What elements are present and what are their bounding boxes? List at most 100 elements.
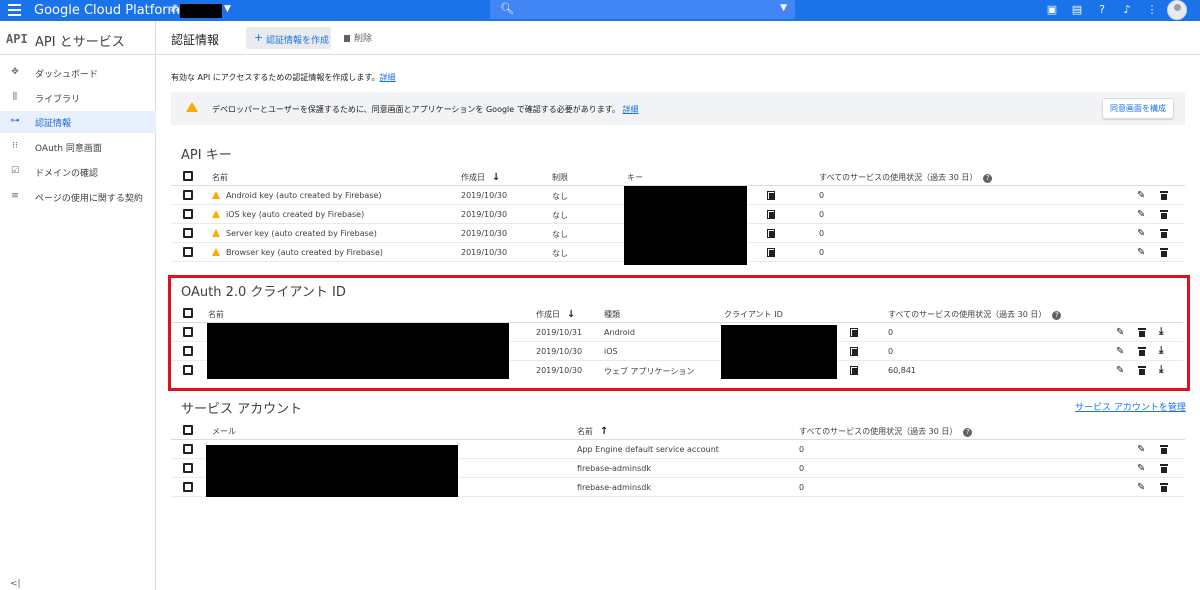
download-icon[interactable]: ⤓ bbox=[1159, 364, 1163, 375]
terminal-icon[interactable]: ▤ bbox=[1070, 3, 1084, 17]
usage: 0 bbox=[819, 191, 825, 200]
delete-icon[interactable] bbox=[1160, 248, 1168, 257]
notifications-icon[interactable]: ♪ bbox=[1120, 3, 1134, 17]
delete-icon[interactable] bbox=[1138, 347, 1146, 356]
delete-icon[interactable] bbox=[1160, 229, 1168, 238]
copy-icon[interactable] bbox=[767, 191, 775, 200]
copy-icon[interactable] bbox=[767, 229, 775, 238]
account-avatar[interactable] bbox=[1167, 0, 1187, 20]
project-dropdown-icon[interactable]: ▼ bbox=[224, 4, 231, 14]
edit-icon[interactable]: ✎ bbox=[1116, 346, 1124, 357]
copy-icon[interactable] bbox=[767, 210, 775, 219]
col-usage[interactable]: すべてのサービスの使用状況（過去 30 日）? bbox=[819, 172, 993, 183]
configure-consent-screen-button[interactable]: 同意画面を構成 bbox=[1102, 98, 1174, 119]
row-checkbox[interactable] bbox=[183, 482, 193, 492]
warning-icon bbox=[212, 210, 220, 218]
created-date: 2019/10/30 bbox=[461, 210, 508, 219]
app-title[interactable]: Google Cloud Platform bbox=[34, 3, 180, 18]
menu-icon[interactable] bbox=[8, 4, 21, 17]
copy-icon[interactable] bbox=[850, 328, 858, 337]
col-created[interactable]: 作成日 ↓ bbox=[536, 309, 575, 320]
library-icon: ⫼ bbox=[12, 92, 18, 102]
sidebar-item-label: ライブラリ bbox=[35, 95, 81, 105]
edit-icon[interactable]: ✎ bbox=[1137, 444, 1145, 455]
help-icon[interactable]: ? bbox=[1052, 311, 1062, 320]
select-all-checkbox[interactable] bbox=[183, 425, 193, 435]
sidebar-item-domain-verification[interactable]: ☑ ドメインの確認 bbox=[0, 161, 156, 183]
sidebar-item-library[interactable]: ⫼ ライブラリ bbox=[0, 87, 156, 109]
select-all-checkbox[interactable] bbox=[183, 171, 193, 181]
edit-icon[interactable]: ✎ bbox=[1116, 365, 1124, 376]
col-client-id[interactable]: クライアント ID bbox=[724, 309, 783, 320]
download-icon[interactable]: ⤓ bbox=[1159, 345, 1163, 356]
row-checkbox[interactable] bbox=[183, 327, 193, 337]
help-icon[interactable]: ? bbox=[983, 174, 993, 183]
create-credentials-button[interactable]: + 認証情報を作成 bbox=[246, 27, 331, 49]
col-name[interactable]: 名前 ↑ bbox=[577, 426, 608, 437]
row-checkbox[interactable] bbox=[183, 444, 193, 454]
project-icon[interactable]: ⁂ bbox=[170, 4, 180, 15]
row-checkbox[interactable] bbox=[183, 463, 193, 473]
col-key[interactable]: キー bbox=[627, 172, 643, 183]
delete-icon[interactable] bbox=[1160, 445, 1168, 454]
sidebar-item-dashboard[interactable]: ✥ ダッシュボード bbox=[0, 62, 156, 84]
warning-learn-more-link[interactable]: 詳細 bbox=[622, 105, 638, 114]
row-checkbox[interactable] bbox=[183, 346, 193, 356]
gift-icon[interactable]: ▣ bbox=[1045, 3, 1059, 17]
col-usage[interactable]: すべてのサービスの使用状況（過去 30 日）? bbox=[888, 309, 1062, 320]
search-expand-icon[interactable]: ▼ bbox=[780, 3, 787, 13]
select-all-checkbox[interactable] bbox=[183, 308, 193, 318]
col-created[interactable]: 作成日 ↓ bbox=[461, 172, 500, 183]
project-name-redacted[interactable] bbox=[180, 4, 222, 18]
search-bar[interactable]: 🔍︎ ▼ bbox=[490, 0, 795, 19]
col-usage[interactable]: すべてのサービスの使用状況（過去 30 日）? bbox=[799, 426, 973, 437]
edit-icon[interactable]: ✎ bbox=[1137, 190, 1145, 201]
download-icon[interactable]: ⤓ bbox=[1159, 326, 1163, 337]
edit-icon[interactable]: ✎ bbox=[1137, 482, 1145, 493]
row-checkbox[interactable] bbox=[183, 228, 193, 238]
delete-icon[interactable] bbox=[1160, 483, 1168, 492]
collapse-sidebar-icon[interactable]: <| bbox=[10, 579, 21, 589]
key-name[interactable]: Server key (auto created by Firebase) bbox=[226, 229, 377, 238]
delete-icon[interactable] bbox=[1160, 210, 1168, 219]
key-name[interactable]: iOS key (auto created by Firebase) bbox=[226, 210, 364, 219]
col-email[interactable]: メール bbox=[212, 426, 236, 437]
col-type[interactable]: 種類 bbox=[604, 309, 620, 320]
key-name[interactable]: Android key (auto created by Firebase) bbox=[226, 191, 382, 200]
row-checkbox[interactable] bbox=[183, 190, 193, 200]
row-checkbox[interactable] bbox=[183, 365, 193, 375]
col-restriction[interactable]: 制限 bbox=[552, 172, 568, 183]
intro-learn-more-link[interactable]: 詳細 bbox=[380, 73, 396, 82]
checkbox-icon: ☑ bbox=[10, 166, 20, 176]
col-usage-label: すべてのサービスの使用状況（過去 30 日） bbox=[888, 310, 1047, 319]
delete-icon[interactable] bbox=[1160, 464, 1168, 473]
edit-icon[interactable]: ✎ bbox=[1137, 228, 1145, 239]
col-name[interactable]: 名前 bbox=[212, 172, 228, 183]
edit-icon[interactable]: ✎ bbox=[1116, 327, 1124, 338]
col-name[interactable]: 名前 bbox=[208, 309, 224, 320]
delete-icon[interactable] bbox=[1160, 191, 1168, 200]
delete-icon[interactable] bbox=[1138, 366, 1146, 375]
manage-service-accounts-link[interactable]: サービス アカウントを管理 bbox=[1075, 400, 1186, 413]
edit-icon[interactable]: ✎ bbox=[1137, 247, 1145, 258]
help-icon[interactable]: ? bbox=[963, 428, 973, 437]
delete-icon[interactable] bbox=[1138, 328, 1146, 337]
edit-icon[interactable]: ✎ bbox=[1137, 209, 1145, 220]
sidebar-item-page-usage-agreements[interactable]: ≡ ページの使用に関する契約 bbox=[0, 186, 156, 208]
client-type: Android bbox=[604, 328, 635, 337]
delete-button[interactable]: 削除 bbox=[344, 31, 372, 44]
copy-icon[interactable] bbox=[850, 366, 858, 375]
edit-icon[interactable]: ✎ bbox=[1137, 463, 1145, 474]
row-checkbox[interactable] bbox=[183, 247, 193, 257]
key-icon: ⊶ bbox=[10, 116, 20, 126]
sidebar-item-credentials[interactable]: ⊶ 認証情報 bbox=[0, 111, 156, 133]
help-icon[interactable]: ? bbox=[1095, 3, 1109, 17]
account-name: firebase-adminsdk bbox=[577, 483, 651, 492]
key-name[interactable]: Browser key (auto created by Firebase) bbox=[226, 248, 383, 257]
copy-icon[interactable] bbox=[850, 347, 858, 356]
row-checkbox[interactable] bbox=[183, 209, 193, 219]
sidebar-item-oauth-consent[interactable]: ⁝⁝ OAuth 同意画面 bbox=[0, 136, 156, 158]
table-header-row: 名前 作成日 ↓ 種類 クライアント ID すべてのサービスの使用状況（過去 30… bbox=[171, 304, 1183, 323]
more-vert-icon[interactable]: ⋮ bbox=[1145, 3, 1159, 17]
copy-icon[interactable] bbox=[767, 248, 775, 257]
